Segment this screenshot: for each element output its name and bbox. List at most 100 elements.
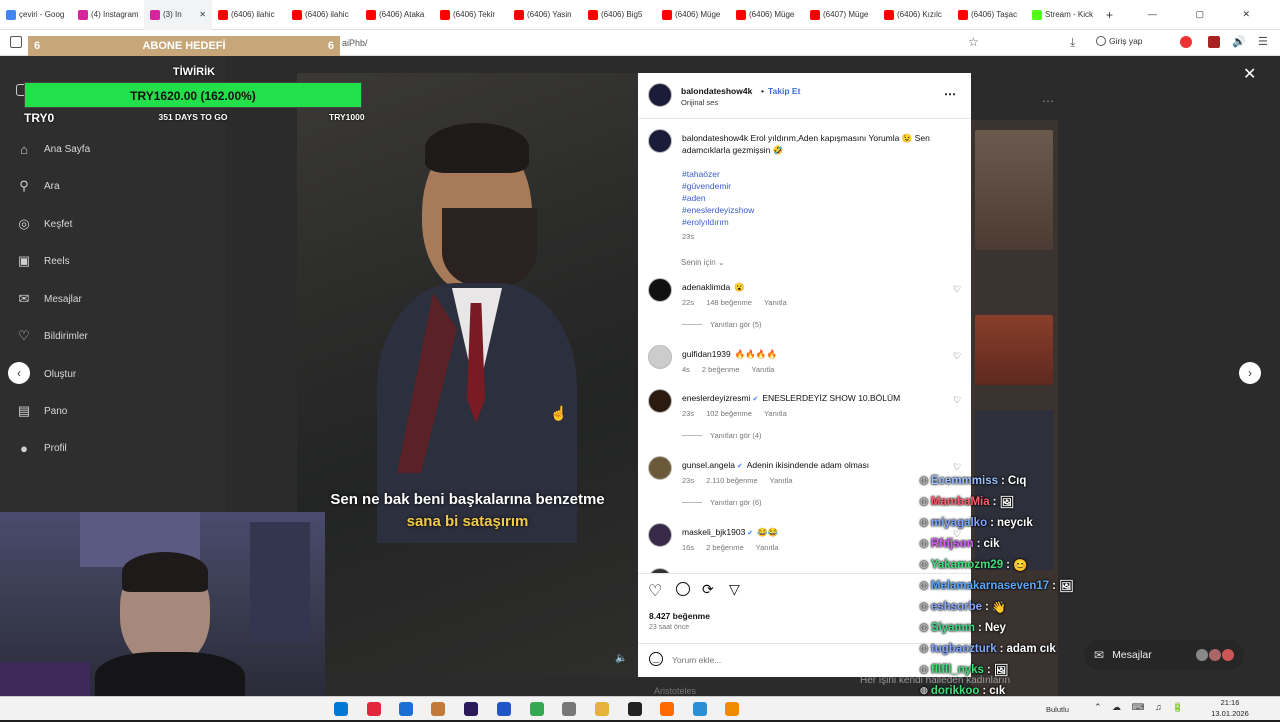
comment-likes[interactable]: 2 beğenme xyxy=(706,543,744,552)
chat-username[interactable]: tugbaozturk xyxy=(931,643,997,655)
chat-username[interactable]: dorikkoo xyxy=(931,685,980,697)
comment-reply[interactable]: Yanıtla xyxy=(764,298,787,307)
mute-icon[interactable]: 🔈 xyxy=(615,653,627,664)
avatar[interactable] xyxy=(648,389,672,413)
comment-reply[interactable]: Yanıtla xyxy=(770,476,793,485)
browser-tab[interactable]: (6406) Müge xyxy=(656,0,730,30)
chrome-icon[interactable] xyxy=(530,702,544,716)
avatar[interactable] xyxy=(648,345,672,369)
extension-icon[interactable] xyxy=(1180,36,1192,48)
chat-username[interactable]: MambaMia xyxy=(931,496,990,508)
audio-label[interactable]: Orijinal ses xyxy=(681,98,718,107)
comment-input[interactable] xyxy=(672,653,932,667)
sidebar-item-pano[interactable]: ▤ Pano xyxy=(16,403,68,419)
comment-reply[interactable]: Yanıtla xyxy=(764,409,787,418)
more-icon[interactable]: ⋯ xyxy=(1042,94,1054,108)
avatar[interactable] xyxy=(648,523,672,547)
browser-tab[interactable]: (6406) ilahic xyxy=(212,0,286,30)
for-you-dropdown[interactable]: Senin için ⌄ xyxy=(681,258,725,267)
chat-username[interactable]: miyagalko xyxy=(931,517,987,529)
sidebar-item-ana-sayfa[interactable]: ⌂ Ana Sayfa xyxy=(16,141,90,157)
window-controls[interactable]: — ▢ ✕ xyxy=(1148,9,1280,20)
chat-username[interactable]: Melamakarnaseven17 xyxy=(931,580,1049,592)
hashtag-link[interactable]: #eneslerdeyizshow xyxy=(682,204,754,216)
comment-reply[interactable]: Yanıtla xyxy=(751,365,774,374)
sidebar-item-reels[interactable]: ▣ Reels xyxy=(16,253,70,269)
browser-tab[interactable]: (6406) Müge xyxy=(730,0,804,30)
avatar[interactable] xyxy=(648,129,672,153)
browser-tab[interactable]: (6406) Tekir xyxy=(434,0,508,30)
comment-like-icon[interactable]: ♡ xyxy=(953,351,961,362)
sidebar-item-ara[interactable]: ⚲ Ara xyxy=(16,178,59,194)
share-icon[interactable]: ▽ xyxy=(729,581,740,598)
avatar[interactable] xyxy=(648,278,672,302)
hashtag-link[interactable]: #aden xyxy=(682,192,754,204)
sidebar-item-bildirimler[interactable]: ♡ Bildirimler xyxy=(16,328,88,344)
menu-icon[interactable]: ☰ xyxy=(1258,35,1268,48)
windows-start-icon[interactable] xyxy=(334,702,348,716)
close-icon[interactable]: ✕ xyxy=(1243,64,1256,84)
repost-icon[interactable]: ⟳ xyxy=(702,581,714,598)
comment-username[interactable]: maskeli_bjk1903 xyxy=(682,527,745,537)
sidebar-item-profil[interactable]: ● Profil xyxy=(16,440,67,456)
browser-tab[interactable]: (6407) Müge xyxy=(804,0,878,30)
view-replies-button[interactable]: Yanıtları gör (4) xyxy=(682,431,762,440)
comment-username[interactable]: adenaklimda xyxy=(682,282,730,292)
app-icon[interactable] xyxy=(497,702,511,716)
sidebar-toggle-icon[interactable] xyxy=(10,36,22,48)
sidebar-item-keşfet[interactable]: ◎ Keşfet xyxy=(16,216,72,232)
emoji-icon[interactable]: ‿ xyxy=(649,652,663,666)
comment-like-icon[interactable]: ♡ xyxy=(953,284,961,295)
avatar[interactable] xyxy=(648,83,672,107)
opera-icon[interactable] xyxy=(367,702,381,716)
comment-likes[interactable]: 102 beğenme xyxy=(706,409,752,418)
firefox-icon[interactable] xyxy=(660,702,674,716)
browser-tab[interactable]: (6406) Kızılc xyxy=(878,0,952,30)
comment-likes[interactable]: 148 beğenme xyxy=(706,298,752,307)
hashtag-link[interactable]: #tahaözer xyxy=(682,168,754,180)
next-button[interactable]: › xyxy=(1239,362,1261,384)
chat-username[interactable]: eshsorbe xyxy=(931,601,982,613)
star-icon[interactable]: ☆ xyxy=(968,35,979,49)
browser-tab[interactable]: (4) Instagram xyxy=(72,0,144,30)
tray-icons[interactable]: ⌃ ☁ ⌨ ♫ 🔋 xyxy=(1094,702,1188,713)
clock-date[interactable]: 13.01.2026 xyxy=(1202,709,1258,718)
extension-icon[interactable] xyxy=(1208,36,1220,48)
sidebar-item-mesajlar[interactable]: ✉ Mesajlar xyxy=(16,291,82,307)
reel-video[interactable]: Sen ne bak beni başkalarına benzetme san… xyxy=(297,73,638,677)
follow-button[interactable]: Takip Et xyxy=(768,86,800,96)
prev-button[interactable]: ‹ xyxy=(8,362,30,384)
mail-icon[interactable] xyxy=(399,702,413,716)
tab-close-icon[interactable]: ✕ xyxy=(199,10,206,19)
post-username[interactable]: balondateshow4k xyxy=(681,86,752,96)
chat-username[interactable]: Rfdjson xyxy=(931,538,974,550)
like-icon[interactable]: ♡ xyxy=(648,581,662,601)
comment-icon[interactable] xyxy=(676,582,690,596)
options-icon[interactable]: ⋯ xyxy=(944,87,956,101)
chat-username[interactable]: Ecemmmiss xyxy=(931,475,998,487)
chat-username[interactable]: Siyamm xyxy=(931,622,975,634)
app-icon[interactable] xyxy=(562,702,576,716)
hashtag-link[interactable]: #erolyıldırım xyxy=(682,216,754,228)
browser-tab[interactable]: (6406) Taşac xyxy=(952,0,1026,30)
clock-time[interactable]: 21:16 xyxy=(1210,698,1250,707)
comment-like-icon[interactable]: ♡ xyxy=(953,395,961,406)
browser-tab[interactable]: (3) In ✕ xyxy=(144,0,212,30)
url-text[interactable]: aiPhb/ xyxy=(342,38,368,48)
premiere-icon[interactable] xyxy=(464,702,478,716)
browser-tab[interactable]: (6406) Big5 xyxy=(582,0,656,30)
file-explorer-icon[interactable] xyxy=(595,702,609,716)
volume-icon[interactable]: 🔊 xyxy=(1232,35,1246,48)
app-icon[interactable] xyxy=(693,702,707,716)
browser-tab[interactable]: (6406) ilahic xyxy=(286,0,360,30)
vlc-icon[interactable] xyxy=(725,702,739,716)
comment-username[interactable]: eneslerdeyizresmi xyxy=(682,393,751,403)
view-replies-button[interactable]: Yanıtları gör (6) xyxy=(682,498,762,507)
download-icon[interactable]: ⤓ xyxy=(1070,35,1075,50)
obs-icon[interactable] xyxy=(628,702,642,716)
browser-tab[interactable]: Stream - Kick xyxy=(1026,0,1100,30)
folder-icon[interactable] xyxy=(431,702,445,716)
browser-tab[interactable]: (6406) Yasin xyxy=(508,0,582,30)
signin-button[interactable]: Giriş yap xyxy=(1096,36,1143,46)
comment-likes[interactable]: 2 beğenme xyxy=(702,365,740,374)
